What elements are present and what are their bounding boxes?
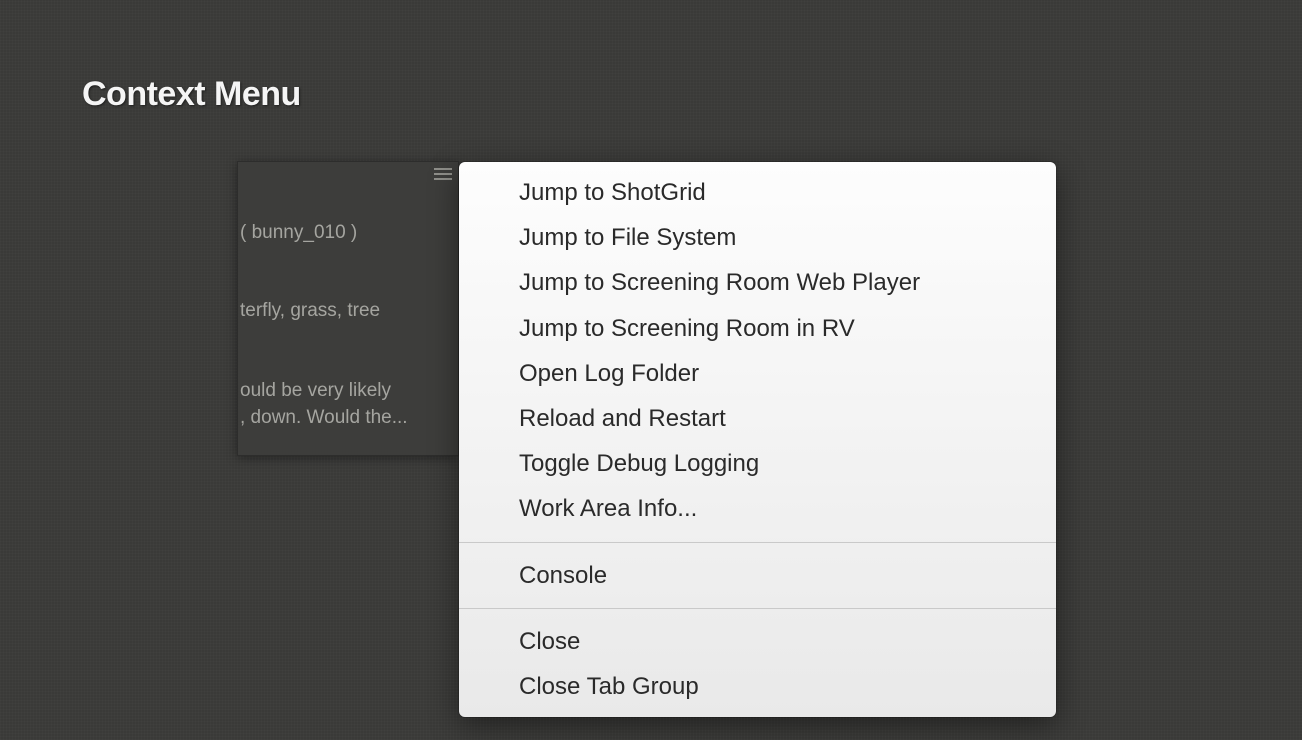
menu-item-close-tab-group[interactable]: Close Tab Group <box>459 664 1056 709</box>
menu-separator <box>459 608 1056 609</box>
page-title: Context Menu <box>82 75 301 114</box>
menu-item-jump-to-file-system[interactable]: Jump to File System <box>459 215 1056 260</box>
menu-separator <box>459 542 1056 543</box>
menu-item-jump-to-screening-room-web-player[interactable]: Jump to Screening Room Web Player <box>459 260 1056 305</box>
panel-text-line-2: terfly, grass, tree <box>240 300 380 322</box>
panel-text-line-1: ( bunny_010 ) <box>240 222 357 244</box>
menu-item-jump-to-screening-room-in-rv[interactable]: Jump to Screening Room in RV <box>459 306 1056 351</box>
menu-item-work-area-info[interactable]: Work Area Info... <box>459 486 1056 531</box>
menu-item-jump-to-shotgrid[interactable]: Jump to ShotGrid <box>459 170 1056 215</box>
hamburger-icon[interactable] <box>434 168 452 180</box>
menu-item-console[interactable]: Console <box>459 553 1056 598</box>
context-menu: Jump to ShotGrid Jump to File System Jum… <box>459 162 1056 717</box>
menu-item-close[interactable]: Close <box>459 619 1056 664</box>
menu-item-open-log-folder[interactable]: Open Log Folder <box>459 351 1056 396</box>
menu-item-toggle-debug-logging[interactable]: Toggle Debug Logging <box>459 441 1056 486</box>
panel-text-line-3: ould be very likely <box>240 380 391 402</box>
info-panel: ( bunny_010 ) terfly, grass, tree ould b… <box>237 161 459 456</box>
panel-text-line-4: , down. Would the... <box>240 407 408 429</box>
menu-item-reload-and-restart[interactable]: Reload and Restart <box>459 396 1056 441</box>
